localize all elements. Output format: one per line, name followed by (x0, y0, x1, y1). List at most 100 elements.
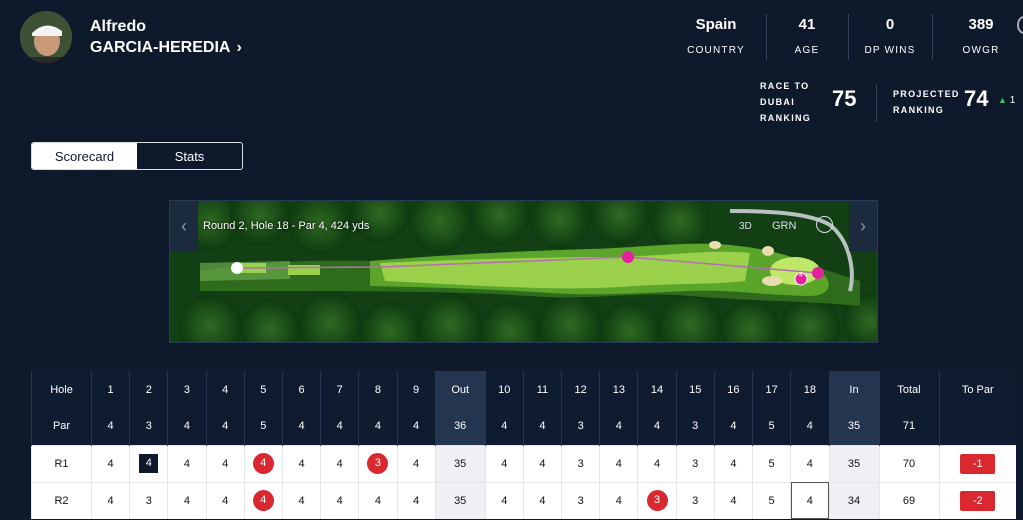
scorecard-cell: 4 (167, 408, 207, 445)
pin-marker (812, 267, 824, 279)
projected-change: ▲ 1 (998, 95, 1015, 106)
stat-dp-wins: 0 DP WINS (850, 10, 930, 58)
cell-value: 9 (413, 383, 420, 396)
scorecard-cell: 7 (320, 371, 359, 408)
stat-age: 41 AGE (777, 10, 837, 58)
label-line: RANKING (760, 113, 812, 123)
cell-value: 3 (692, 420, 699, 433)
hole-map[interactable]: ‹ › Round 2, Hole 18 - Par 4, 424 yds 3D… (169, 200, 878, 343)
stat-value: 41 (798, 16, 816, 33)
cell-value: 2 (145, 383, 152, 396)
scorecard-cell: 4 (243, 481, 283, 519)
cell-value: 4 (501, 420, 508, 433)
scorecard-cell: 6 (281, 371, 321, 408)
cell-value: Hole (50, 383, 73, 396)
triangle-up-icon: ▲ (998, 95, 1007, 105)
cell-value: 10 (498, 383, 511, 396)
cell-value: 3 (183, 383, 191, 396)
cell-value: 1 (107, 383, 114, 396)
cell-value: 35 (847, 420, 861, 433)
scorecard-cell: 5 (243, 371, 283, 408)
scorecard-cell: 3 (675, 481, 715, 519)
reset-view-icon[interactable] (816, 216, 833, 233)
cell-value: 4 (539, 457, 546, 470)
tab-scorecard[interactable]: Scorecard (32, 143, 137, 169)
hole-caption: Round 2, Hole 18 - Par 4, 424 yds (203, 220, 370, 232)
view-3d-button[interactable]: 3D (739, 221, 752, 232)
cell-value: 13 (612, 383, 625, 396)
player-last-name: GARCIA-HEREDIA (90, 39, 231, 56)
scorecard-cell: 4 (281, 408, 321, 445)
scorecard-cell: -1 (938, 444, 1016, 482)
cell-value: 4 (298, 420, 305, 433)
scorecard-round-row: R2 4 3 4 4 4 4 4 4 4 35 4 4 3 4 3 3 4 5 4 34 69 -2 (31, 481, 1016, 519)
scorecard-par-row: Par 4 3 4 4 5 4 4 4 4 36 4 4 3 4 4 3 4 5 4 35 71 (31, 408, 1016, 445)
scorecard-cell: 1 (90, 371, 130, 408)
scorecard-cell: 4 (599, 481, 638, 519)
scorecard-cell: 4 (205, 481, 245, 519)
cell-value: 4 (730, 457, 737, 470)
stat-value: Spain (695, 16, 737, 33)
cell-value: 17 (765, 383, 778, 396)
scorecard-round-row: R1 4 4 4 4 4 4 4 3 4 35 4 4 3 4 4 3 4 5 4 35 70 -1 (31, 444, 1016, 482)
birdie-score: 3 (367, 453, 389, 474)
chevron-right-icon[interactable]: › (849, 201, 877, 251)
cell-value: 4 (539, 494, 546, 507)
stat-country: Spain COUNTRY (676, 10, 756, 58)
scorecard-cell: Hole (31, 371, 92, 408)
cell-value: 5 (768, 494, 775, 507)
scorecard-cell: R2 (31, 481, 92, 519)
scorecard-cell: 10 (484, 371, 524, 408)
stat-value: 389 (968, 16, 994, 33)
stat-label: AGE (794, 45, 820, 56)
scorecard-cell: 3 (561, 444, 600, 482)
player-first-name: Alfredo (90, 18, 146, 35)
scorecard-cell: 35 (434, 481, 486, 519)
cell-value: 4 (298, 457, 305, 470)
scorecard-cell: 4 (484, 481, 524, 519)
bogey-score: 4 (139, 454, 159, 473)
chevron-left-icon[interactable]: ‹ (170, 201, 198, 251)
stat-label: DP WINS (864, 45, 916, 56)
cell-value: 5 (260, 420, 267, 433)
scorecard-cell: 13 (599, 371, 638, 408)
scorecard-cell: 36 (434, 408, 486, 445)
divider (848, 14, 849, 60)
cell-value: 4 (806, 494, 813, 507)
cell-value: 7 (336, 383, 343, 396)
scorecard-cell: 4 (320, 481, 359, 519)
player-name[interactable]: Alfredo GARCIA-HEREDIA › (90, 16, 242, 58)
scorecard-cell: 4 (205, 371, 245, 408)
cell-value: 4 (336, 457, 343, 470)
scorecard-cell: 11 (522, 371, 562, 408)
cell-value: 4 (806, 457, 813, 470)
projected-ranking-label: PROJECTED RANKING (893, 86, 960, 118)
label-line: DUBAI (760, 97, 795, 107)
cell-value: 4 (653, 420, 661, 433)
cell-value: R2 (54, 494, 69, 507)
cell-value: 4 (298, 494, 305, 507)
label-line: PROJECTED (893, 89, 960, 99)
view-green-button[interactable]: GRN (772, 220, 796, 232)
cell-value: 4 (806, 420, 813, 433)
chevron-right-icon: › (236, 39, 242, 56)
scorecard-cell: 4 (484, 444, 524, 482)
scorecard-cell: 3 (675, 444, 715, 482)
scorecard-cell: 5 (751, 408, 791, 445)
scorecard-cell: 4 (205, 408, 245, 445)
cell-value: 70 (902, 457, 916, 470)
scorecard-cell: 3 (167, 371, 207, 408)
cell-value: 69 (902, 494, 916, 507)
cell-value: 4 (653, 457, 661, 470)
scorecard-cell: 4 (599, 408, 638, 445)
cell-value: 4 (374, 420, 381, 433)
tab-stats[interactable]: Stats (137, 143, 242, 169)
scorecard-cell: Total (878, 371, 939, 408)
scorecard-cell: 4 (281, 481, 321, 519)
scorecard-header-row: Hole 1 2 3 4 5 6 7 8 9 Out 10 11 12 13 14 15 16 17 18 In Tota… (31, 371, 1016, 408)
cell-value: 4 (501, 457, 508, 470)
scorecard-cell: 4 (484, 408, 524, 445)
projected-ranking-value: 74 (964, 86, 989, 111)
scorecard-cell: 8 (358, 371, 397, 408)
scorecard-cell: 35 (828, 408, 879, 445)
